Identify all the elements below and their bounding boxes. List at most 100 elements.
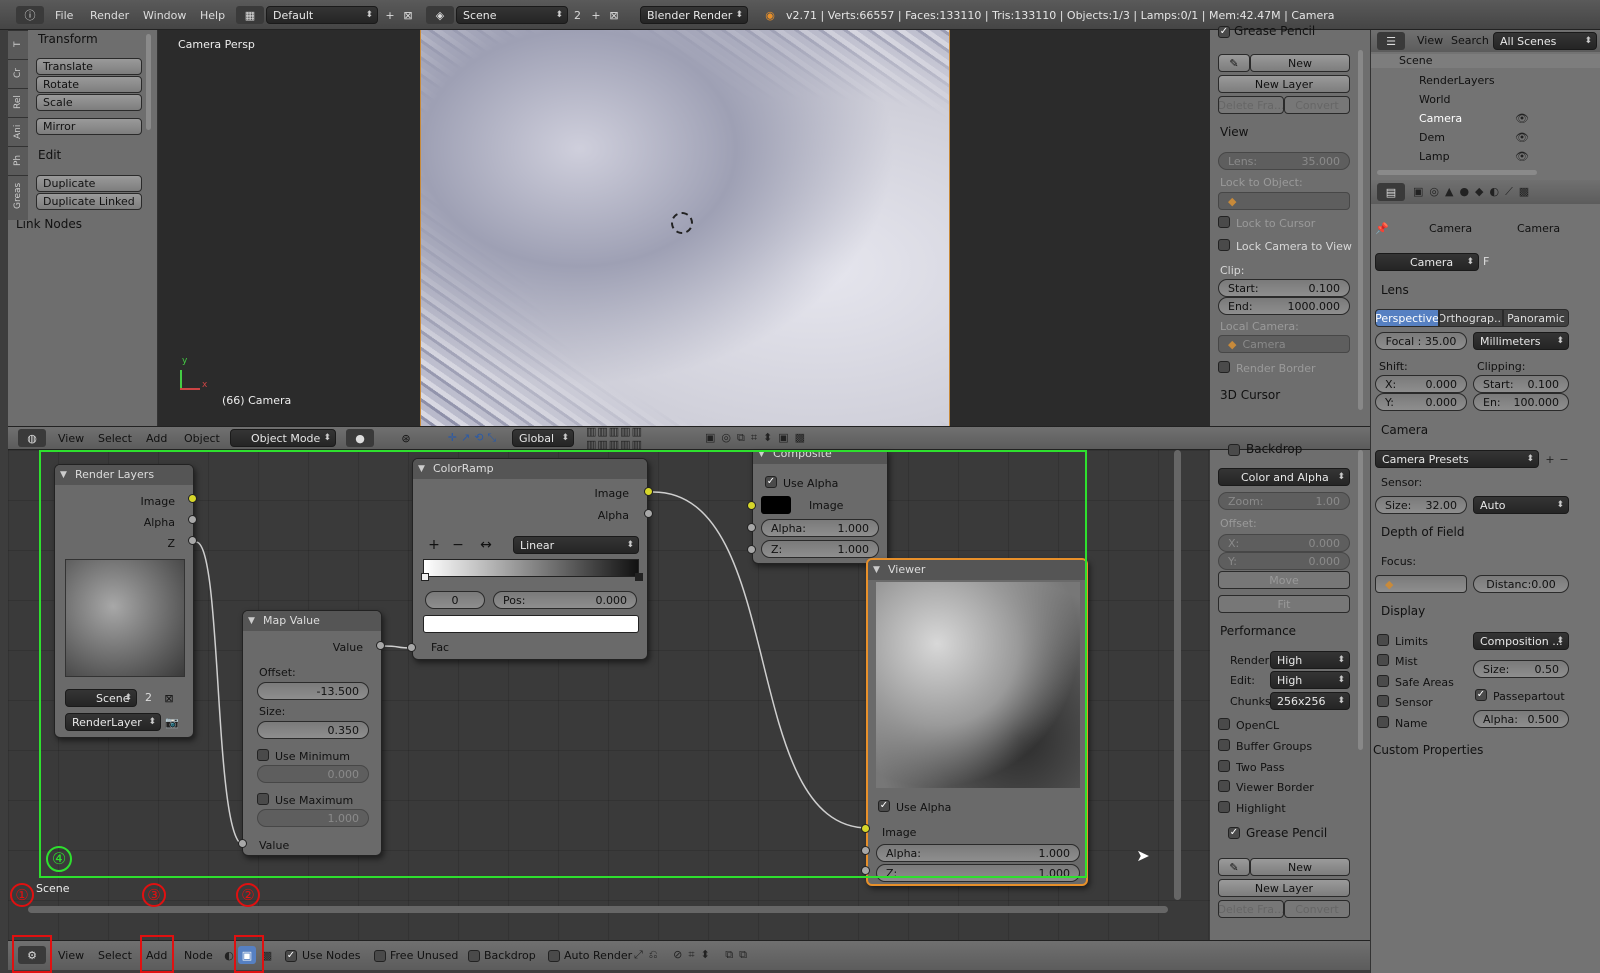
outliner-renderlayers[interactable]: RenderLayers [1419, 74, 1495, 87]
backdrop-channels-select[interactable]: Color and Alpha [1218, 468, 1350, 486]
outliner-scrollbar[interactable] [1377, 170, 1537, 175]
grease-pencil-2-header[interactable]: Grease Pencil [1220, 826, 1327, 840]
add-preset-icon[interactable]: + [1543, 450, 1557, 468]
viewer-border-checkbox[interactable] [1218, 780, 1230, 792]
tab-perspective[interactable]: Perspective [1375, 309, 1439, 327]
remove-layout-icon[interactable]: ⊠ [400, 6, 416, 24]
transform-panel-header[interactable]: Transform [38, 32, 98, 46]
pivot-point-icon[interactable]: ⊛ [382, 429, 430, 447]
two-pass-checkbox[interactable] [1218, 760, 1230, 772]
fake-user-toggle[interactable]: F [1483, 255, 1489, 268]
safe-areas-checkbox[interactable] [1377, 675, 1389, 687]
new-layer-2-button[interactable]: New Layer [1218, 879, 1350, 897]
backdrop-header[interactable]: Backdrop [1220, 442, 1302, 456]
focus-object-field[interactable]: ◆ [1375, 575, 1467, 593]
3d-cursor-icon[interactable] [671, 212, 693, 234]
visibility-eye-icon[interactable]: 👁 [1515, 131, 1529, 144]
layout-select[interactable]: Default [266, 6, 378, 24]
grease-pencil-checkbox[interactable]: ✓ [1218, 26, 1230, 38]
viewport-extra-icons[interactable]: ▣◎⧉⌗⬍▣▩ [688, 429, 828, 447]
use-nodes-checkbox[interactable]: ✓ [285, 950, 297, 962]
lock-to-cursor-checkbox[interactable] [1218, 216, 1230, 228]
viewport-editor-icon[interactable]: ◍ [18, 429, 46, 447]
sensor-size-field[interactable]: Size: 32.00 [1375, 496, 1467, 514]
new-layer-button[interactable]: New Layer [1218, 75, 1350, 93]
menu-render[interactable]: Render [90, 9, 129, 22]
backdrop-move-button[interactable]: Move [1218, 571, 1350, 589]
outliner-filter-select[interactable]: All Scenes [1493, 32, 1597, 50]
render-border-checkbox[interactable] [1218, 361, 1230, 373]
toolshelf-scrollbar[interactable] [146, 34, 151, 130]
layer-buttons[interactable]: ▥▥▥▥▥ ▥▥▥▥▥ [586, 425, 686, 451]
view-panel-header[interactable]: View [1220, 125, 1248, 139]
backdrop-zoom-field[interactable]: Zoom: 1.00 [1218, 492, 1350, 510]
tab-create[interactable]: Cr [8, 59, 28, 87]
lens-field[interactable]: Lens: 35.000 [1218, 152, 1350, 170]
layout-icon[interactable]: ▦ [236, 6, 264, 24]
camera-presets-select[interactable]: Camera Presets [1375, 450, 1539, 468]
3d-cursor-panel-header[interactable]: 3D Cursor [1220, 388, 1280, 402]
npanel2-scrollbar[interactable] [1358, 450, 1363, 750]
focus-distance-field[interactable]: Distanc:0.00 [1473, 575, 1569, 593]
viewport-menu-view[interactable]: View [58, 432, 84, 445]
opencl-checkbox[interactable] [1218, 718, 1230, 730]
lens-units-select[interactable]: Millimeters [1473, 332, 1569, 350]
tab-animation[interactable]: Ani [8, 117, 28, 145]
mirror-button[interactable]: Mirror [36, 118, 142, 135]
node-editor[interactable]: Render Layers Image Alpha Z Scene 2 ⊠ Re… [8, 450, 1210, 940]
convert-2-button[interactable]: Convert [1284, 900, 1350, 918]
npanel-scrollbar[interactable] [1358, 50, 1363, 410]
remove-preset-icon[interactable]: − [1557, 450, 1571, 468]
add-scene-icon[interactable]: + [588, 6, 604, 24]
grease-pencil-header[interactable]: Grease Pencil [1234, 24, 1315, 38]
perf-chunks-select[interactable]: 256x256 [1270, 692, 1350, 710]
render-engine-select[interactable]: Blender Render [640, 6, 748, 24]
rotate-button[interactable]: Rotate [36, 76, 142, 93]
manipulator-icons[interactable]: ✛↗⟲⤡ [434, 429, 514, 447]
display-size-field[interactable]: Size: 0.50 [1473, 660, 1569, 678]
dof-panel-header[interactable]: Depth of Field [1381, 525, 1464, 539]
node-menu-select[interactable]: Select [98, 949, 132, 962]
node-editor-h-scrollbar[interactable] [28, 906, 1168, 913]
camera-datablock-select[interactable]: Camera [1375, 253, 1479, 271]
auto-render-checkbox[interactable] [548, 950, 560, 962]
scene-icon[interactable]: ◈ [426, 6, 454, 24]
duplicate-button[interactable]: Duplicate [36, 175, 142, 192]
limits-checkbox[interactable] [1377, 634, 1389, 646]
tab-orthographic[interactable]: Orthograp... [1439, 309, 1503, 327]
tab-relations[interactable]: Rel [8, 88, 28, 116]
name-display-checkbox[interactable] [1377, 716, 1389, 728]
sensor-display-checkbox[interactable] [1377, 695, 1389, 707]
backdrop-toggle-checkbox[interactable] [468, 950, 480, 962]
clip-end-field[interactable]: End: 1000.000 [1218, 297, 1350, 315]
passepartout-alpha-field[interactable]: Alpha: 0.500 [1473, 710, 1569, 728]
pencil-2-icon[interactable]: ✎ [1218, 858, 1250, 876]
outliner-menu-view[interactable]: View [1417, 34, 1443, 47]
duplicate-linked-button[interactable]: Duplicate Linked [36, 193, 142, 210]
outliner-camera[interactable]: Camera [1419, 112, 1462, 125]
outliner-dem[interactable]: Dem [1419, 131, 1445, 144]
viewport-menu-select[interactable]: Select [98, 432, 132, 445]
edit-panel-header[interactable]: Edit [38, 148, 61, 162]
scale-button[interactable]: Scale [36, 94, 142, 111]
clip-start-field[interactable]: Start: 0.100 [1218, 279, 1350, 297]
clip-start-prop-field[interactable]: Start: 0.100 [1473, 375, 1569, 393]
backdrop-fit-button[interactable]: Fit [1218, 595, 1350, 613]
passepartout-checkbox[interactable]: ✓ [1475, 689, 1487, 701]
convert-button[interactable]: Convert [1284, 96, 1350, 114]
performance-panel-header[interactable]: Performance [1220, 624, 1296, 638]
properties-editor-icon[interactable]: ▤ [1377, 183, 1405, 201]
outliner-row-scene[interactable]: Scene [1371, 54, 1600, 68]
menu-window[interactable]: Window [143, 9, 186, 22]
delete-frame-button[interactable]: Delete Fra... [1218, 96, 1284, 114]
node-editor-v-scrollbar[interactable] [1174, 450, 1181, 900]
terrain-mesh-render[interactable] [420, 30, 950, 426]
transform-orientation-select[interactable]: Global [512, 429, 574, 447]
shift-x-field[interactable]: X: 0.000 [1375, 375, 1467, 393]
tab-grease-pencil[interactable]: Greas [8, 175, 28, 215]
sensor-fit-select[interactable]: Auto [1473, 496, 1569, 514]
menu-help[interactable]: Help [200, 9, 225, 22]
outliner-world[interactable]: World [1419, 93, 1451, 106]
composition-guides-select[interactable]: Composition ... [1473, 632, 1569, 650]
perf-render-select[interactable]: High [1270, 651, 1350, 669]
